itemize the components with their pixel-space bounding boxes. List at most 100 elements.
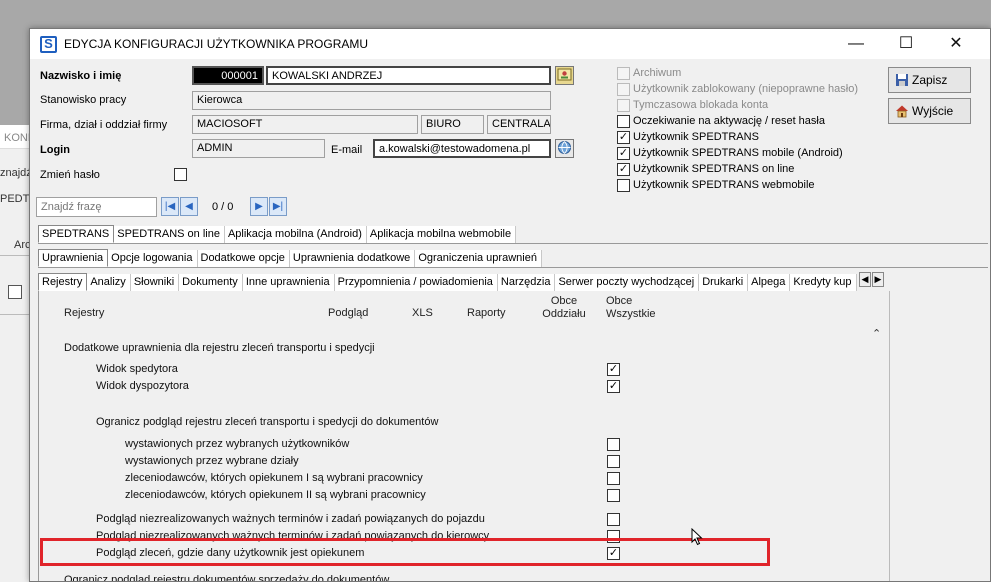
save-button[interactable]: Zapisz [888, 67, 971, 93]
option-label: Archiwum [633, 67, 682, 79]
tab-item[interactable]: Opcje logowania [108, 250, 198, 267]
highlight-annotation [40, 538, 770, 566]
option-checkbox[interactable] [617, 115, 630, 128]
option-label: Tymczasowa blokada konta [633, 99, 769, 111]
change-password-checkbox[interactable] [174, 168, 187, 181]
permission-row-label: Dodatkowe uprawnienia dla rejestru zlece… [64, 342, 375, 354]
option-checkbox[interactable]: ✓ [617, 163, 630, 176]
tabs-scroll-right-button[interactable]: ▶ [872, 272, 884, 287]
column-rejestry: Rejestry [64, 307, 105, 319]
option-label: Oczekiwanie na aktywację / reset hasła [633, 115, 825, 127]
tabs-level-2: Uprawnienia Opcje logowania Dodatkowe opcj… [38, 249, 988, 268]
previous-result-button[interactable]: ◀ [180, 197, 198, 216]
user-name-field[interactable]: KOWALSKI ANDRZEJ [266, 66, 551, 85]
background-search-label: znajdź [0, 167, 32, 179]
tab-item[interactable]: Uprawnienia dodatkowe [289, 250, 416, 267]
permission-checkbox[interactable] [607, 438, 620, 451]
permission-checkbox[interactable]: ✓ [607, 363, 620, 376]
permission-checkbox[interactable]: ✓ [607, 380, 620, 393]
tab-item[interactable]: SPEDTRANS on line [114, 226, 225, 243]
permission-checkbox[interactable] [607, 513, 620, 526]
scroll-up-icon[interactable]: ⌃ [872, 327, 881, 340]
mouse-cursor-icon [691, 528, 703, 546]
login-label: Login [40, 144, 70, 156]
minimize-button[interactable]: — [833, 29, 879, 59]
next-result-button[interactable]: ▶ [250, 197, 268, 216]
tab-item[interactable]: SPEDTRANS [38, 225, 115, 243]
company-field[interactable]: MACIOSOFT [192, 115, 418, 134]
tab-item[interactable]: Kredyty kup [790, 274, 857, 291]
option-checkbox [617, 83, 630, 96]
tab-item[interactable]: Ograniczenia uprawnień [415, 250, 542, 267]
column-raporty: Raporty [467, 307, 506, 319]
permission-row-label: Ogranicz podgląd rejestru zleceń transpo… [96, 416, 439, 428]
column-obce-wszystkie: Obce Wszystkie [606, 295, 656, 320]
tabs-scroll-left-button[interactable]: ◀ [859, 272, 871, 287]
email-label: E-mail [331, 144, 363, 156]
tab-item[interactable]: Alpega [748, 274, 791, 291]
tabs-level-3: Rejestry Analizy Słowniki Dokumenty Inne upr… [38, 273, 886, 292]
tab-item[interactable]: Dodatkowe opcje [197, 250, 290, 267]
position-label: Stanowisko pracy [40, 94, 127, 106]
option-checkbox[interactable]: ✓ [617, 131, 630, 144]
email-field[interactable]: a.kowalski@testowadomena.pl [373, 139, 551, 158]
option-label: Użytkownik SPEDTRANS webmobile [633, 179, 815, 191]
first-result-button[interactable]: |◀ [161, 197, 179, 216]
department-field[interactable]: BIURO [421, 115, 484, 134]
login-field[interactable]: ADMIN [192, 139, 325, 158]
permission-checkbox[interactable] [607, 489, 620, 502]
option-label: Użytkownik SPEDTRANS [633, 131, 759, 143]
app-logo-icon: S [40, 36, 57, 53]
exit-button-label: Wyjście [912, 104, 954, 118]
tab-item[interactable]: Inne uprawnienia [242, 274, 335, 291]
tabs-level-1: SPEDTRANS SPEDTRANS on line Aplikacja mobi… [38, 225, 988, 244]
tab-item[interactable]: Uprawnienia [38, 249, 109, 267]
permission-checkbox[interactable] [607, 455, 620, 468]
phrase-search-input[interactable]: Znajdź frazę [36, 197, 157, 217]
permission-row-label: Ogranicz podgląd rejestru dokumentów spr… [64, 574, 390, 582]
permission-row-label: zleceniodawców, których opiekunem I są w… [125, 472, 423, 484]
company-label: Firma, dział i oddział firmy [40, 119, 168, 131]
column-podglad: Podgląd [328, 307, 369, 319]
home-icon [895, 104, 909, 118]
send-email-button[interactable] [555, 139, 574, 158]
tab-item[interactable]: Aplikacja mobilna (Android) [224, 226, 367, 243]
tab-item[interactable]: Narzędzia [497, 274, 556, 291]
save-button-label: Zapisz [912, 73, 948, 87]
tab-item[interactable]: Rejestry [38, 273, 88, 291]
tab-item[interactable]: Serwer poczty wychodzącej [555, 274, 700, 291]
background-checkbox[interactable] [8, 285, 22, 299]
branch-field[interactable]: CENTRALA [487, 115, 551, 134]
exit-button[interactable]: Wyjście [888, 98, 971, 124]
user-code-field[interactable]: 000001 [192, 66, 264, 85]
tab-item[interactable]: Przypomnienia / powiadomienia [334, 274, 498, 291]
name-label: Nazwisko i imię [40, 70, 122, 82]
column-xls: XLS [412, 307, 433, 319]
permission-row-label: wystawionych przez wybrane działy [125, 455, 299, 467]
tab-item[interactable]: Aplikacja mobilna webmobile [366, 226, 517, 243]
search-result-count: 0 / 0 [212, 201, 234, 213]
position-field[interactable]: Kierowca [192, 91, 551, 110]
last-result-button[interactable]: ▶| [269, 197, 287, 216]
tab-item[interactable]: Słowniki [130, 274, 180, 291]
permission-row-label: Widok dyspozytora [96, 380, 189, 392]
option-checkbox[interactable] [617, 179, 630, 192]
close-button[interactable]: ✕ [933, 29, 979, 59]
permission-row-label: Podgląd niezrealizowanych ważnych termin… [96, 513, 485, 525]
globe-mail-icon [558, 141, 571, 154]
maximize-button[interactable]: ☐ [883, 29, 929, 59]
floppy-disk-icon [895, 73, 909, 87]
dialog-titlebar: S EDYCJA KONFIGURACJI UŻYTKOWNIKA PROGRA… [30, 29, 990, 59]
user-card-icon [557, 68, 572, 81]
option-checkbox [617, 67, 630, 80]
permission-checkbox[interactable] [607, 472, 620, 485]
option-label: Użytkownik zablokowany (niepoprawne hasł… [633, 83, 859, 95]
option-checkbox [617, 99, 630, 112]
tab-item[interactable]: Analizy [87, 274, 131, 291]
tab-item[interactable]: Drukarki [699, 274, 749, 291]
option-checkbox[interactable]: ✓ [617, 147, 630, 160]
dialog-title: EDYCJA KONFIGURACJI UŻYTKOWNIKA PROGRAMU [64, 37, 369, 51]
tab-item[interactable]: Dokumenty [179, 274, 243, 291]
permission-row-label: Widok spedytora [96, 363, 178, 375]
user-card-button[interactable] [555, 66, 574, 85]
